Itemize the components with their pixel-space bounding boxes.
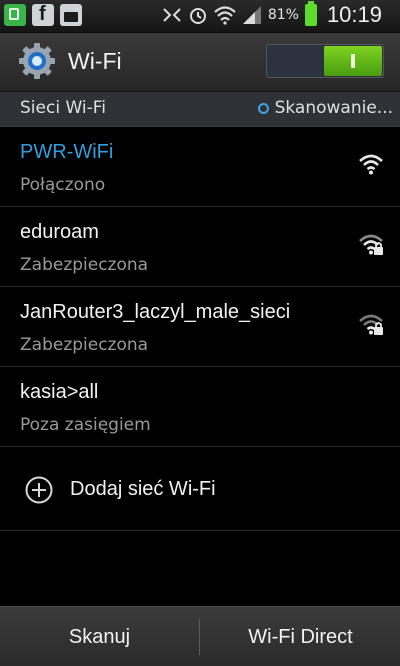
facebook-icon xyxy=(32,3,54,26)
network-name: kasia>all xyxy=(20,381,99,403)
network-item-pwr-wifi[interactable]: PWR-WiFi Połączono xyxy=(0,127,400,207)
network-item-eduroam[interactable]: eduroam Zabezpieczona xyxy=(0,207,400,287)
network-item-kasia-all[interactable]: kasia>all Poza zasięgiem xyxy=(0,367,400,447)
scan-status-text: Skanowanie... xyxy=(274,98,393,118)
network-status: Zabezpieczona xyxy=(20,255,149,275)
store-notification-icon xyxy=(60,4,82,26)
battery-icon xyxy=(304,1,317,26)
battery-percentage: 81% xyxy=(267,7,299,23)
cell-signal-icon xyxy=(242,6,261,24)
settings-gear-icon[interactable] xyxy=(18,42,56,80)
alarm-icon xyxy=(189,8,206,24)
wifi-settings-screen: 81% 10:19 Wi-Fi Si xyxy=(0,0,400,666)
wifi-toggle[interactable] xyxy=(266,44,384,78)
network-status: Zabezpieczona xyxy=(20,335,149,355)
section-title: Sieci Wi-Fi xyxy=(20,98,107,118)
divider xyxy=(199,619,200,655)
network-item-janrouter3[interactable]: JanRouter3_laczyl_male_sieci Zabezpieczo… xyxy=(0,287,400,367)
scanning-spinner-icon xyxy=(257,102,269,114)
wifi-direct-button[interactable]: Wi-Fi Direct xyxy=(201,607,400,666)
plus-circle-icon xyxy=(25,476,53,504)
network-status: Poza zasięgiem xyxy=(20,415,151,435)
network-status: Połączono xyxy=(20,175,106,195)
wifi-signal-full-icon xyxy=(359,154,383,175)
toggle-knob xyxy=(324,46,382,76)
add-network-button[interactable]: Dodaj sieć Wi-Fi xyxy=(0,449,400,531)
app-notification-icon xyxy=(4,4,26,26)
network-list: PWR-WiFi Połączono eduroam Zabezpieczona xyxy=(0,127,400,447)
wifi-secured-weak-icon xyxy=(359,314,383,335)
wifi-status-icon xyxy=(214,6,236,25)
bottom-action-bar: Skanuj Wi-Fi Direct xyxy=(0,606,400,666)
scan-status: Skanowanie... xyxy=(257,98,393,118)
section-header: Sieci Wi-Fi Skanowanie... xyxy=(0,92,400,127)
page-title: Wi-Fi xyxy=(68,48,122,74)
title-bar: Wi-Fi xyxy=(0,33,400,92)
status-bar: 81% 10:19 xyxy=(0,0,400,33)
network-name: JanRouter3_laczyl_male_sieci xyxy=(20,301,291,323)
network-name: PWR-WiFi xyxy=(20,141,114,163)
nfc-icon xyxy=(163,8,181,22)
scan-button[interactable]: Skanuj xyxy=(0,607,199,666)
wifi-secured-icon xyxy=(359,234,383,255)
clock: 10:19 xyxy=(326,2,382,27)
network-name: eduroam xyxy=(20,221,99,243)
add-network-label: Dodaj sieć Wi-Fi xyxy=(70,478,216,500)
